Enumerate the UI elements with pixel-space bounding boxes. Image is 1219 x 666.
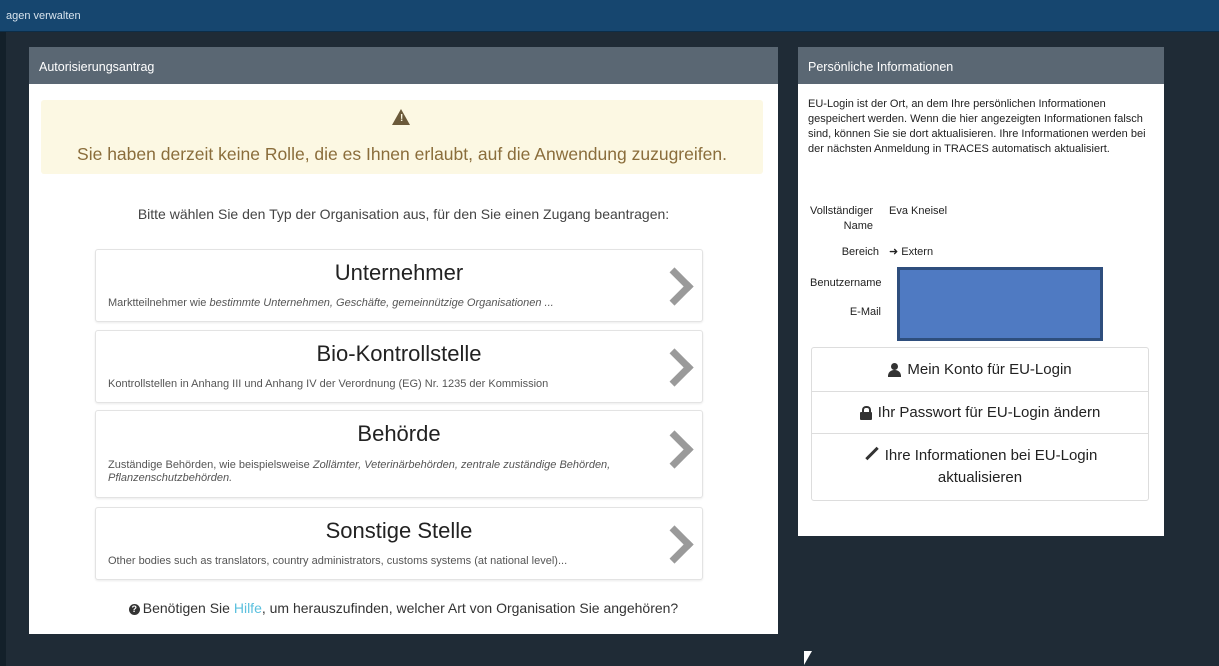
update-info-button[interactable]: Ihre Informationen bei EU-Login aktualis…: [812, 434, 1148, 500]
eu-login-account-button[interactable]: Mein Konto für EU-Login: [812, 348, 1148, 392]
lock-icon: [859, 405, 872, 420]
org-option-title: Unternehmer: [334, 260, 464, 285]
org-option-title: Behörde: [357, 421, 441, 446]
personal-info-header: Persönliche Informationen: [798, 47, 1164, 84]
user-icon: [888, 362, 902, 377]
authorization-panel: Autorisierungsantrag ! Sie haben derzeit…: [29, 47, 778, 634]
mouse-cursor: [804, 651, 812, 665]
org-option-bio-kontrollstelle[interactable]: Bio-Kontrollstelle Kontrollstellen in An…: [95, 330, 703, 403]
area-value: ➜ Extern: [889, 246, 934, 258]
full-name-value: Eva Kneisel: [889, 205, 948, 217]
question-circle-icon: ?: [128, 604, 140, 615]
top-bar: agen verwalten: [0, 0, 1219, 32]
authorization-panel-header: Autorisierungsantrag: [29, 47, 778, 84]
org-option-description: Marktteilnehmer wie bestimmte Unternehme…: [108, 297, 554, 309]
email-label: E-Mail: [849, 306, 881, 318]
org-option-description: Zuständige Behörden, wie beispielsweise …: [108, 459, 611, 484]
org-option-unternehmer[interactable]: Unternehmer Marktteilnehmer wie bestimmt…: [95, 249, 703, 322]
org-option-description: Other bodies such as translators, countr…: [108, 555, 568, 567]
org-option-behoerde[interactable]: Behörde Zuständige Behörden, wie beispie…: [95, 410, 703, 498]
top-bar-title: agen verwalten: [6, 10, 81, 22]
change-password-button[interactable]: Ihr Passwort für EU-Login ändern: [812, 392, 1148, 434]
org-option-title: Bio-Kontrollstelle: [316, 341, 482, 366]
alert-message: Sie haben derzeit keine Rolle, die es Ih…: [77, 144, 727, 164]
redacted-box: [897, 267, 1103, 341]
eu-login-actions: Mein Konto für EU-Login Ihr Passwort für…: [811, 347, 1149, 501]
personal-info-panel: Persönliche Informationen EU-Login ist d…: [798, 47, 1164, 536]
warning-icon: !: [392, 109, 410, 125]
area-label: Bereich: [841, 246, 879, 258]
username-label: Benutzername: [810, 277, 882, 289]
personal-info-intro: EU-Login ist der Ort, an dem Ihre persön…: [808, 98, 1146, 155]
org-option-sonstige-stelle[interactable]: Sonstige Stelle Other bodies such as tra…: [95, 507, 703, 580]
organization-prompt: Bitte wählen Sie den Typ der Organisatio…: [137, 206, 670, 222]
pencil-icon: [863, 446, 879, 460]
sign-out-icon: ➜: [889, 246, 902, 258]
org-option-description: Kontrollstellen in Anhang III und Anhang…: [108, 378, 549, 390]
help-text: ? Benötigen Sie Hilfe, um herauszufinden,…: [29, 600, 778, 616]
no-role-alert: ! Sie haben derzeit keine Rolle, die es …: [41, 100, 763, 174]
org-option-title: Sonstige Stelle: [325, 518, 473, 543]
left-strip: [0, 32, 6, 666]
help-link[interactable]: Hilfe: [234, 600, 262, 616]
full-name-label: Vollständiger Name: [810, 205, 873, 232]
